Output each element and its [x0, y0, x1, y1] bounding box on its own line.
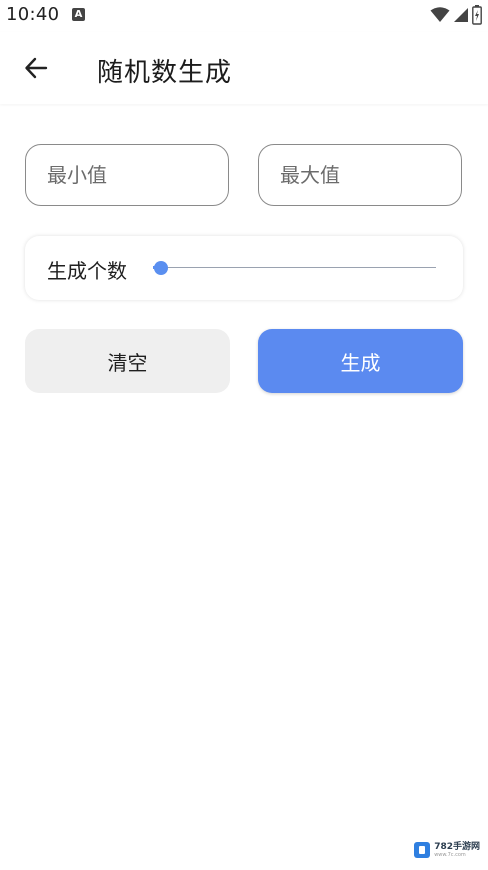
- generate-button[interactable]: 生成: [258, 329, 463, 393]
- status-bar: 10:40 A: [0, 0, 488, 32]
- min-value-input[interactable]: [26, 145, 228, 205]
- battery-icon: [472, 5, 482, 25]
- top-app-bar: 随机数生成: [0, 32, 488, 104]
- max-value-field-container: [258, 144, 462, 206]
- watermark-sub-text: www.7c.com: [434, 851, 466, 858]
- watermark-text: 782手游网 www.7c.com: [434, 841, 480, 858]
- min-value-field-container: [25, 144, 229, 206]
- max-value-input[interactable]: [259, 145, 461, 205]
- count-slider[interactable]: [153, 258, 436, 278]
- wifi-icon: [430, 7, 450, 22]
- watermark-main-text: 782手游网: [434, 841, 480, 852]
- count-label: 生成个数: [47, 259, 127, 283]
- page-title: 随机数生成: [97, 58, 233, 88]
- notification-app-icon: A: [72, 8, 85, 21]
- watermark: 782手游网 www.7c.com: [414, 842, 480, 858]
- back-button[interactable]: [18, 50, 54, 86]
- slider-track: [153, 267, 436, 268]
- status-icons: [430, 5, 482, 25]
- count-card: 生成个数: [25, 236, 463, 300]
- generate-button-label: 生成: [340, 350, 381, 375]
- status-time: 10:40: [6, 4, 60, 25]
- app-screen: 10:40 A 随机数生成 最小值 最大值 生成个数 清空 生成 782手游网 …: [0, 0, 488, 870]
- clear-button[interactable]: 清空: [25, 329, 230, 393]
- cellular-signal-icon: [454, 8, 468, 22]
- watermark-logo-icon: [414, 842, 431, 858]
- clear-button-label: 清空: [107, 350, 148, 375]
- arrow-left-icon: [25, 57, 48, 79]
- slider-thumb[interactable]: [154, 261, 168, 275]
